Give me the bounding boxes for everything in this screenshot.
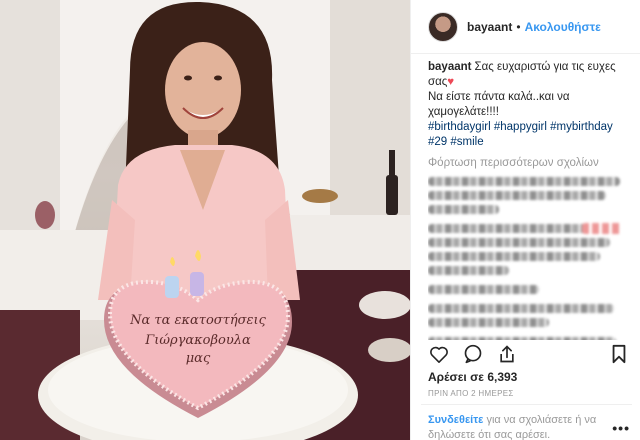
comment-bubble-icon[interactable] [462,343,484,365]
avatar[interactable] [428,11,458,42]
caption-username[interactable]: bayaant [428,61,471,73]
cake-text-line2: Γιώργακοβουλα [144,333,251,348]
post-side-panel: bayaant • Ακολουθήστε bayaant Σας ευχαρισ… [410,0,640,440]
post-photo[interactable]: Να τα εκατοστήσεις Γιώργακοβουλα μας [0,0,410,440]
hashtag-smile[interactable]: #smile [450,136,483,148]
caption-line2: Να είστε πάντα καλά..και να χαμογελάτε!!… [428,91,570,118]
post-timestamp[interactable]: ΠΡΙΝ ΑΠΟ 2 ΗΜΕΡΕΣ [428,389,514,398]
blurred-comment-line [428,191,606,200]
blurred-comment-line [428,223,622,234]
action-bar [428,343,630,365]
blurred-comment-line [428,238,610,247]
login-prompt: Συνδεθείτε για να σχολιάσετε ή να δηλώσε… [421,404,632,440]
blurred-comment-line [428,337,616,340]
blurred-comment-line [428,205,499,214]
hashtag-happygirl[interactable]: #happygirl [494,121,547,133]
heart-outline-icon[interactable] [428,343,450,365]
blurred-comment-line [428,285,540,294]
more-options-button[interactable]: ••• [612,420,630,436]
follow-button[interactable]: Ακολουθήστε [525,20,601,34]
hashtag-29[interactable]: #29 [428,136,447,148]
blurred-comment-line [428,318,550,327]
photo-illustration: Να τα εκατοστήσεις Γιώργακοβουλα μας [0,0,410,440]
share-arrow-icon[interactable] [496,343,518,365]
likes-count[interactable]: Αρέσει σε 6,393 [428,370,517,384]
cake-text-line1: Να τα εκατοστήσεις [129,313,266,328]
blurred-comments [428,177,630,340]
cake-text-line3: μας [186,351,211,366]
post-caption: bayaant Σας ευχαριστώ για τις ευχες σας♥ … [428,60,630,150]
heart-emoji-icon: ♥ [447,76,455,88]
login-link[interactable]: Συνδεθείτε [428,414,483,426]
separator-dot: • [516,19,521,34]
bookmark-icon[interactable] [608,343,630,365]
comments-list[interactable]: bayaant Σας ευχαριστώ για τις ευχες σας♥ … [428,60,630,340]
hashtag-birthdaygirl[interactable]: #birthdaygirl [428,121,491,133]
hashtag-mybirthday[interactable]: #mybirthday [550,121,613,133]
header-username[interactable]: bayaant [467,20,512,34]
blurred-comment-line [428,266,509,275]
blurred-comment-line [428,252,600,261]
blurred-comment-line [428,177,620,186]
load-more-comments-link[interactable]: Φόρτωση περισσότερων σχολίων [428,156,630,171]
blurred-comment-line [428,304,614,313]
post-header: bayaant • Ακολουθήστε [411,0,640,54]
